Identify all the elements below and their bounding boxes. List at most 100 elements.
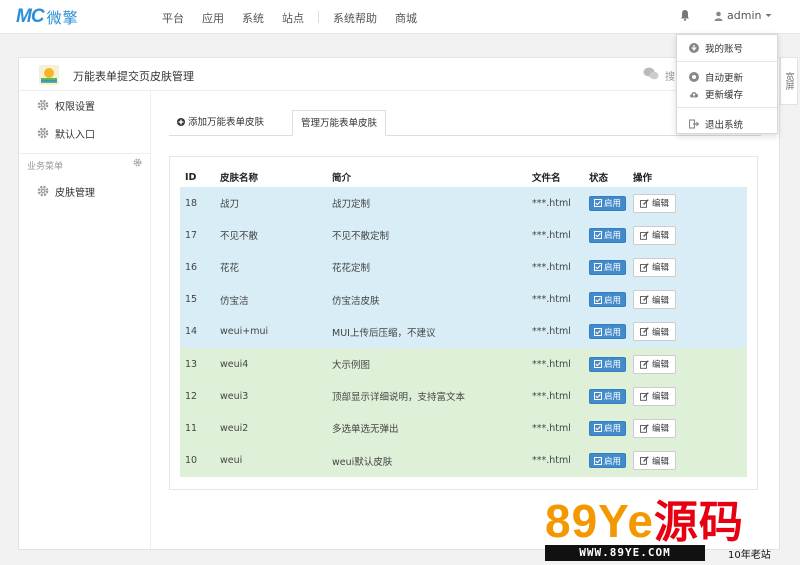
gear-icon xyxy=(37,185,49,197)
skin-table-container: ID 皮肤名称 简介 文件名 状态 操作 18 战刀 战刀定制 ***.html 启用编… xyxy=(169,156,758,490)
edit-label: 编辑 xyxy=(652,327,670,338)
nav-divider xyxy=(318,11,319,23)
menu-item-auto-update[interactable]: 自动更新 xyxy=(689,70,743,84)
wechat-icon[interactable] xyxy=(643,67,659,80)
brand-logo[interactable]: MC 微擎 xyxy=(16,6,79,28)
cell-id: 17 xyxy=(180,219,220,252)
nav-apps[interactable]: 应用 xyxy=(202,10,224,26)
cell-skin-name: weui xyxy=(220,444,332,477)
cell-status: 启用 xyxy=(589,444,633,477)
edit-button[interactable]: 编辑 xyxy=(633,322,677,342)
cell-actions: 编辑 xyxy=(633,444,747,477)
nav-help[interactable]: 系统帮助 xyxy=(333,10,377,26)
enable-button[interactable]: 启用 xyxy=(589,420,627,436)
top-navbar: MC 微擎 平台 应用 系统 站点 系统帮助 商城 admin xyxy=(0,0,800,34)
table-header-row: ID 皮肤名称 简介 文件名 状态 操作 xyxy=(180,167,747,187)
cell-status: 启用 xyxy=(589,380,633,413)
edit-button[interactable]: 编辑 xyxy=(633,354,677,374)
nav-site[interactable]: 站点 xyxy=(282,10,304,26)
brand-name: 微擎 xyxy=(46,8,79,27)
cell-skin-name: weui3 xyxy=(220,380,332,413)
table-row: 16 花花 花花定制 ***.html 启用 编辑 xyxy=(180,251,747,284)
cell-id: 13 xyxy=(180,347,220,381)
nav-platform[interactable]: 平台 xyxy=(162,10,184,26)
cell-description: 大示例图 xyxy=(332,347,532,381)
cell-skin-name: weui+mui xyxy=(220,315,332,348)
sidebar-item-skin-manage[interactable]: 皮肤管理 xyxy=(37,184,95,199)
menu-item-label: 我的账号 xyxy=(705,44,744,55)
brand-mark: MC xyxy=(16,6,45,27)
menu-item-logout[interactable]: 退出系统 xyxy=(689,117,743,131)
enable-button[interactable]: 启用 xyxy=(589,356,627,372)
cell-actions: 编辑 xyxy=(633,315,747,348)
enable-label: 启用 xyxy=(604,295,622,306)
plus-circle-icon xyxy=(177,118,185,126)
cell-file-name: ***.html xyxy=(532,251,589,284)
enable-button[interactable]: 启用 xyxy=(589,259,627,275)
user-menu-toggle[interactable]: admin xyxy=(714,9,772,22)
skin-table: ID 皮肤名称 简介 文件名 状态 操作 18 战刀 战刀定制 ***.html 启用编… xyxy=(180,167,747,477)
enable-label: 启用 xyxy=(604,327,622,338)
cell-skin-name: 不见不散 xyxy=(220,219,332,252)
enable-label: 启用 xyxy=(604,456,622,467)
menu-item-my-account[interactable]: 我的账号 xyxy=(689,41,743,55)
enable-label: 启用 xyxy=(604,263,622,274)
cell-file-name: ***.html xyxy=(532,283,589,316)
sidebar-item-label: 权限设置 xyxy=(55,101,95,113)
sign-out-icon xyxy=(689,119,699,129)
cell-id: 18 xyxy=(180,187,220,220)
sidebar: 权限设置 默认入口 业务菜单 皮肤管理 xyxy=(19,91,151,549)
check-square-icon xyxy=(594,327,602,336)
edit-icon xyxy=(640,198,649,208)
menu-item-label: 自动更新 xyxy=(705,73,744,84)
cell-description: 多选单选无弹出 xyxy=(332,412,532,445)
section-settings-icon[interactable] xyxy=(133,158,142,167)
sidebar-divider xyxy=(19,153,150,154)
enable-button[interactable]: 启用 xyxy=(589,227,627,243)
enable-button[interactable]: 启用 xyxy=(589,388,627,404)
cell-id: 12 xyxy=(180,380,220,413)
watermark-text-a: 89 xyxy=(545,495,599,547)
gear-icon xyxy=(37,127,49,139)
gear-icon xyxy=(37,99,49,111)
cell-description: 花花定制 xyxy=(332,251,532,284)
edit-button[interactable]: 编辑 xyxy=(633,451,677,471)
menu-item-update-cache[interactable]: 更新缓存 xyxy=(689,87,743,101)
edit-button[interactable]: 编辑 xyxy=(633,257,677,277)
edit-icon xyxy=(640,263,649,272)
enable-button[interactable]: 启用 xyxy=(589,453,627,469)
enable-button[interactable]: 启用 xyxy=(589,292,627,308)
cell-file-name: ***.html xyxy=(532,444,589,477)
tab-label: 管理万能表单皮肤 xyxy=(301,118,378,129)
bell-icon[interactable] xyxy=(680,9,690,21)
nav-system[interactable]: 系统 xyxy=(242,10,264,26)
sidebar-item-permissions[interactable]: 权限设置 xyxy=(37,98,95,113)
edit-label: 编辑 xyxy=(652,231,670,242)
sidebar-item-default-entry[interactable]: 默认入口 xyxy=(37,126,95,141)
enable-button[interactable]: 启用 xyxy=(589,195,627,211)
cell-id: 14 xyxy=(180,315,220,348)
edit-button[interactable]: 编辑 xyxy=(633,290,677,310)
header-search-label[interactable]: 搜 xyxy=(665,68,675,83)
enable-label: 启用 xyxy=(604,199,622,210)
watermark-text-b: Ye xyxy=(598,495,654,547)
cell-id: 11 xyxy=(180,412,220,445)
tab-manage-skin[interactable]: 管理万能表单皮肤 xyxy=(292,110,387,136)
cell-status: 启用 xyxy=(589,187,633,220)
enable-label: 启用 xyxy=(604,424,622,435)
cell-status: 启用 xyxy=(589,347,633,381)
edit-button[interactable]: 编辑 xyxy=(633,418,677,438)
edit-button[interactable]: 编辑 xyxy=(633,225,677,245)
edit-icon xyxy=(640,456,649,465)
check-square-icon xyxy=(594,295,602,304)
edit-button[interactable]: 编辑 xyxy=(633,386,677,406)
cell-skin-name: 仿宝洁 xyxy=(220,283,332,316)
enable-button[interactable]: 启用 xyxy=(589,324,627,340)
table-row: 14 weui+mui MUI上传后压缩，不建议 ***.html 启用 编辑 xyxy=(180,315,747,348)
edit-button[interactable]: 编辑 xyxy=(633,193,677,213)
sidebar-item-label: 皮肤管理 xyxy=(55,187,95,199)
nav-store[interactable]: 商城 xyxy=(395,10,417,26)
tab-add-skin[interactable]: 添加万能表单皮肤 xyxy=(169,110,272,136)
wide-screen-toggle[interactable]: 宽屏 xyxy=(780,57,798,105)
check-square-icon xyxy=(594,263,602,272)
